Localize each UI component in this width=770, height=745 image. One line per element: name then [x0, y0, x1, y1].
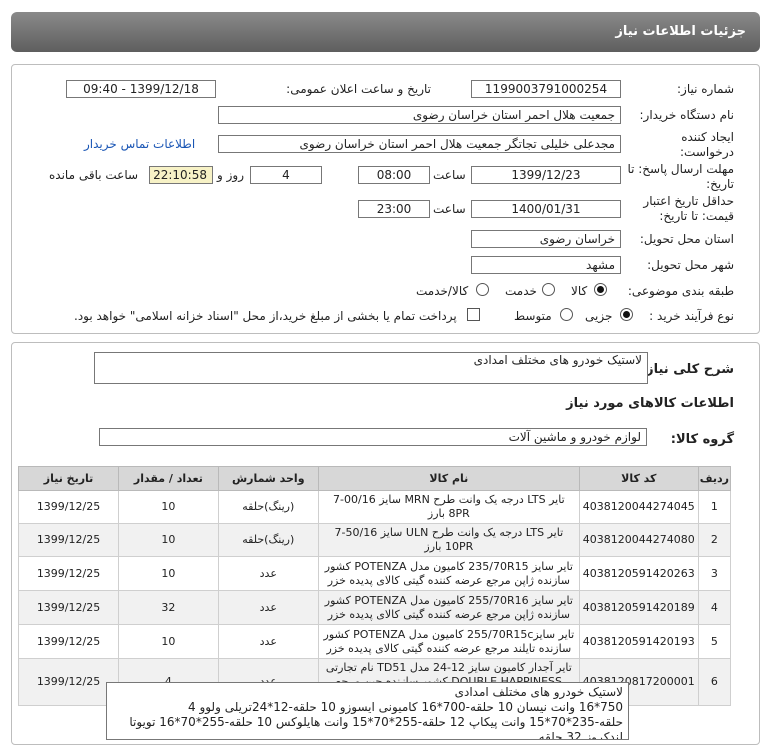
- table-row: 1 4038120044274045 تایر LTS درجه یک وانت ط…: [17, 490, 732, 524]
- days-label: روز و: [217, 168, 244, 182]
- quantity-cell: 10: [118, 523, 219, 557]
- process-medium-label: متوسط: [514, 309, 552, 323]
- col-goods-code: کد کالا: [578, 466, 699, 491]
- need-date-cell: 1399/12/25: [17, 624, 120, 659]
- need-number-field: 1199003791000254: [471, 80, 621, 98]
- need-date-cell: 1399/12/25: [17, 490, 120, 524]
- validity-date-field: 1400/01/31: [471, 200, 621, 218]
- validity-label: حداقل تاریخ اعتبار قیمت: تا تاریخ:: [643, 194, 734, 223]
- need-date-cell: 1399/12/25: [17, 556, 120, 591]
- category-radio-service[interactable]: [542, 283, 555, 296]
- buyer-field: جمعیت هلال احمر استان خراسان رضوی: [218, 106, 621, 124]
- category-goods-label: کالا: [571, 284, 588, 298]
- buyer-notes: لاستیک خودرو های مختلف امدادی 750*16 وان…: [106, 682, 629, 740]
- table-row: 3 4038120591420263 تایر سایز 235/70R15 کام…: [17, 556, 732, 591]
- description-label: شرح کلی نیاز:: [640, 362, 734, 377]
- need-date-cell: 1399/12/25: [17, 523, 120, 557]
- goods-table: ردیف کد کالا نام کالا واحد شمارش تعداد /…: [17, 466, 732, 706]
- creator-field: مجدعلی خلیلی تجاتگر جمعیت هلال احمر استا…: [218, 135, 621, 153]
- row-number-cell: 1: [697, 490, 732, 524]
- col-need-date: تاریخ نیاز: [17, 466, 120, 491]
- validity-time-field: 23:00: [358, 200, 430, 218]
- table-row: 4 4038120591420189 تایر سایز 255/70R16 کام…: [17, 590, 732, 625]
- goods-name-cell: تایر سایز 255/70R16 کامیون مدل POTENZA ک…: [317, 590, 580, 625]
- table-row: 5 4038120591420193 تایر سایز255/70R15c کام…: [17, 624, 732, 659]
- category-radio-goods[interactable]: [594, 283, 607, 296]
- goods-name-cell: تایر LTS درجه یک وانت طرح ULN سایز 50/16…: [317, 523, 580, 557]
- buyer-label: نام دستگاه خریدار:: [639, 108, 735, 122]
- province-label: استان محل تحویل:: [639, 232, 734, 246]
- quantity-cell: 32: [118, 590, 219, 625]
- contact-info-link[interactable]: اطلاعات تماس خریدار: [84, 137, 195, 151]
- row-number-cell: 5: [697, 624, 732, 659]
- goods-name-cell: تایر سایز 235/70R15 کامیون مدل POTENZA ک…: [317, 556, 580, 591]
- remaining-label: ساعت باقی مانده: [49, 168, 139, 182]
- goods-table-header: ردیف کد کالا نام کالا واحد شمارش تعداد /…: [17, 466, 732, 491]
- city-field: مشهد: [471, 256, 621, 274]
- category-service-label: خدمت: [505, 284, 537, 298]
- unit-cell: (رینگ)حلقه: [217, 490, 319, 524]
- col-unit: واحد شمارش: [217, 466, 319, 491]
- need-date-cell: 1399/12/25: [17, 590, 120, 625]
- announce-field: 1399/12/18 - 09:40: [66, 80, 216, 98]
- page-title: جزئیات اطلاعات نیاز: [615, 24, 746, 39]
- treasury-payment-note: پرداخت تمام یا بخشی از مبلغ خرید،از محل …: [74, 309, 457, 323]
- unit-cell: عدد: [217, 624, 319, 659]
- quantity-cell: 10: [118, 556, 219, 591]
- goods-code-cell: 4038120044274080: [578, 523, 699, 557]
- province-field: خراسان رضوی: [471, 230, 621, 248]
- days-field: 4: [250, 166, 322, 184]
- deadline-label: مهلت ارسال پاسخ: تا تاریخ:: [627, 162, 734, 191]
- process-label: نوع فرآیند خرید :: [649, 309, 734, 323]
- creator-label: ایجاد کننده درخواست:: [680, 130, 734, 159]
- col-row-number: ردیف: [697, 466, 732, 491]
- col-quantity: تعداد / مقدار: [118, 466, 219, 491]
- unit-cell: (رینگ)حلقه: [217, 523, 319, 557]
- quantity-cell: 10: [118, 624, 219, 659]
- deadline-date-field: 1399/12/23: [471, 166, 621, 184]
- goods-name-cell: تایر سایز255/70R15c کامیون مدل POTENZA ک…: [317, 624, 580, 659]
- process-minor-label: جزیی: [585, 309, 613, 323]
- process-radio-medium[interactable]: [560, 308, 573, 321]
- goods-info-title: اطلاعات کالاهای مورد نیاز: [566, 396, 734, 411]
- goods-code-cell: 4038120591420193: [578, 624, 699, 659]
- row-number-cell: 2: [697, 523, 732, 557]
- description-field: لاستیک خودرو های مختلف امدادی: [94, 352, 648, 384]
- goods-name-cell: تایر LTS درجه یک وانت طرح MRN سایز 00/16…: [317, 490, 580, 524]
- announce-label: تاریخ و ساعت اعلان عمومی:: [286, 82, 431, 96]
- deadline-time-field: 08:00: [358, 166, 430, 184]
- row-number-cell: 4: [697, 590, 732, 625]
- validity-time-label: ساعت: [433, 202, 466, 216]
- goods-code-cell: 4038120591420189: [578, 590, 699, 625]
- deadline-time-label: ساعت: [433, 168, 466, 182]
- category-both-label: کالا/خدمت: [416, 284, 469, 298]
- unit-cell: عدد: [217, 590, 319, 625]
- col-goods-name: نام کالا: [317, 466, 580, 491]
- treasury-payment-checkbox[interactable]: [467, 308, 480, 321]
- city-label: شهر محل تحویل:: [647, 258, 734, 272]
- unit-cell: عدد: [217, 556, 319, 591]
- page-header: جزئیات اطلاعات نیاز: [11, 12, 760, 52]
- process-radio-minor[interactable]: [620, 308, 633, 321]
- row-number-cell: 6: [697, 658, 732, 706]
- category-label: طبقه بندی موضوعی:: [627, 284, 734, 298]
- row-number-cell: 3: [697, 556, 732, 591]
- goods-code-cell: 4038120044274045: [578, 490, 699, 524]
- category-radio-both[interactable]: [476, 283, 489, 296]
- remaining-time-field: 22:10:58: [149, 166, 213, 184]
- need-date-cell: 1399/12/25: [17, 658, 120, 706]
- goods-group-label: گروه کالا:: [670, 432, 734, 447]
- goods-code-cell: 4038120591420263: [578, 556, 699, 591]
- need-number-label: شماره نیاز:: [677, 82, 734, 96]
- quantity-cell: 10: [118, 490, 219, 524]
- goods-group-field: لوازم خودرو و ماشین آلات: [99, 428, 647, 446]
- table-row: 2 4038120044274080 تایر LTS درجه یک وانت ط…: [17, 523, 732, 557]
